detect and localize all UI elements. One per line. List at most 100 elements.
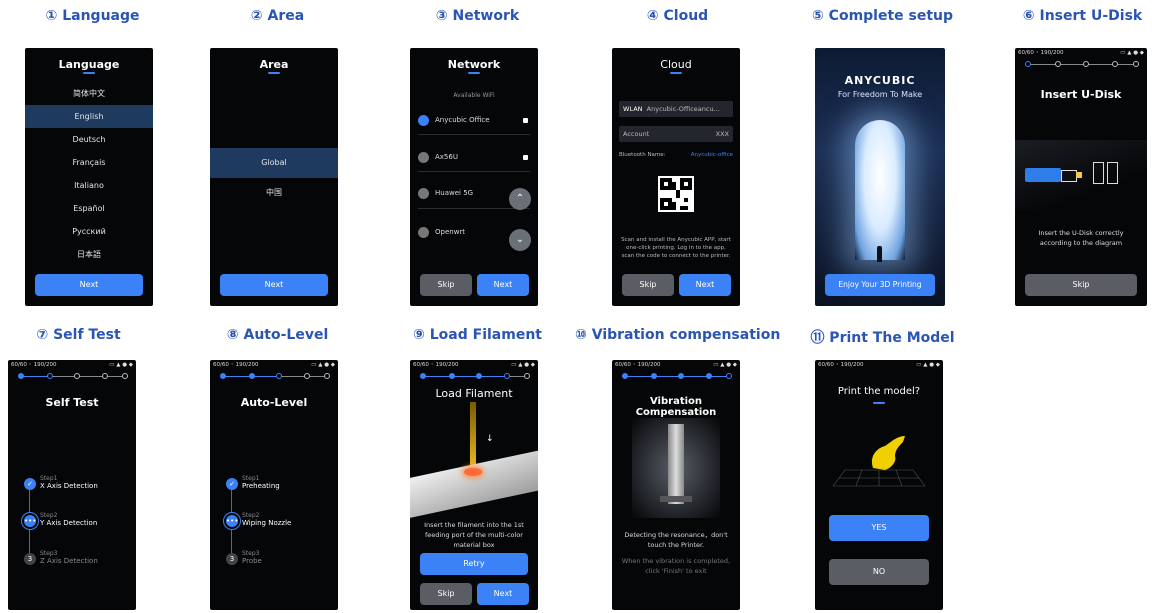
screen-title: ① Language [45,8,140,24]
scroll-down-button[interactable]: ⌄ [509,229,531,251]
progress-fill [420,376,504,377]
bluetooth-row: Bluetooth Name: Anycubic-office [619,152,733,158]
account-label: Account [623,130,650,138]
wifi-icon [418,114,429,126]
language-option-selected[interactable]: English [25,105,153,128]
down-arrow-icon: ↓ [486,434,494,444]
cloud-description: Scan and install the Anycubic APP, start… [621,237,731,259]
step-number: Step3 [242,550,260,557]
status-temps: 60/60 ◦ 190/200 [818,362,864,368]
status-bar: 60/60 ◦ 190/200 ▭ ▲ ● ◆ [818,362,940,368]
progress-step [122,373,128,379]
language-option[interactable]: Deutsch [25,128,153,151]
page-title: Cloud [660,58,692,71]
step-item: Step1 X Axis Detection [40,475,98,490]
progress-track [1025,64,1139,65]
printer-column [668,424,684,504]
retry-button[interactable]: Retry [420,553,528,575]
language-option[interactable]: Français [25,151,153,174]
divider [418,171,530,172]
next-button[interactable]: Next [679,274,731,296]
screen-title: ⑨ Load Filament [413,327,542,343]
status-bar: 60/60 ◦ 190/200 ▭ ▲ ● ◆ [615,362,737,368]
progress-step [622,373,628,379]
progress-step [18,373,24,379]
step-item: Step3 Probe [242,550,262,565]
account-field[interactable]: Account XXX [619,126,733,142]
progress-step [726,373,732,379]
model-preview [825,420,933,500]
filament-illustration: ↓ [410,402,538,520]
skip-button[interactable]: Skip [1025,274,1137,296]
next-button[interactable]: Next [220,274,328,296]
filament-description: Insert the filament into the 1st feeding… [424,521,524,549]
status-icons: ▭ ▲ ● ◆ [511,362,535,368]
yes-button[interactable]: YES [829,515,929,541]
page-title: Auto-Level [240,396,308,409]
progress-step [220,373,226,379]
area-option-selected[interactable]: Global [210,148,338,178]
next-button[interactable]: Next [35,274,143,296]
status-bar: 60/60 ◦ 190/200 ▭ ▲ ● ◆ [413,362,535,368]
no-button[interactable]: NO [829,559,929,585]
wlan-field[interactable]: WLAN Anycubic-Officeancu... [619,101,733,117]
progress-step [101,373,108,379]
tagline: For Freedom To Make [837,90,923,99]
vibration-hint: When the vibration is completed, click '… [621,557,731,575]
skip-button[interactable]: Skip [420,274,472,296]
step-number-icon: 3 [24,553,36,565]
lock-icon [523,154,528,160]
progress-step [1133,61,1139,67]
language-option[interactable]: Español [25,197,153,220]
port-icon [1093,162,1104,184]
step-label: Y Axis Detection [40,519,98,527]
progress-step [46,373,53,379]
next-button[interactable]: Next [477,583,529,605]
page-title: Insert U-Disk [1040,88,1122,101]
in-progress-icon: ••• [24,515,37,527]
status-temps: 60/60 ◦ 190/200 [413,362,459,368]
wlan-value: Anycubic-Officeancu... [646,105,720,113]
qr-code [658,176,694,212]
progress-step [448,373,455,379]
usb-plug-icon [1061,170,1077,182]
enjoy-printing-button[interactable]: Enjoy Your 3D Printing [825,274,935,296]
step-number: Step2 [242,512,260,519]
progress-step [1054,61,1061,67]
printer-head [660,496,692,502]
bluetooth-value: Anycubic-office [690,152,733,158]
skip-button[interactable]: Skip [420,583,472,605]
language-option[interactable]: Italiano [25,174,153,197]
progress-step [1111,61,1118,67]
wifi-icon [418,226,429,238]
page-title: Print the model? [837,386,921,397]
screen-title: ② Area [250,8,305,24]
feed-port-glow [464,468,482,476]
screen-title: ⑥ Insert U-Disk [1022,8,1143,24]
wifi-item[interactable]: Anycubic Office [418,112,530,128]
phone-frame: Language 简体中文 English Deutsch Français I… [25,48,153,306]
language-option[interactable]: 日本語 [25,243,153,266]
scroll-up-button[interactable]: ⌃ [509,188,531,210]
page-title: Self Test [45,396,99,409]
next-button[interactable]: Next [477,274,529,296]
status-bar: 60/60 ◦ 190/200 ▭ ▲ ● ◆ [1018,50,1144,56]
title-underline [83,72,95,74]
phone-frame: 60/60 ◦ 190/200 ▭ ▲ ● ◆ Print the model?… [815,360,943,610]
area-option[interactable]: 中国 [210,181,338,204]
portal-glow [855,120,905,260]
language-option[interactable]: 简体中文 [25,82,153,105]
status-icons: ▭ ▲ ● ◆ [713,362,737,368]
skip-button[interactable]: Skip [622,274,674,296]
step-item: Step3 Z Axis Detection [40,550,98,565]
progress-step [650,373,657,379]
progress-step [678,373,685,379]
status-bar: 60/60 ◦ 190/200 ▭ ▲ ● ◆ [11,362,133,368]
language-option[interactable]: Русский [25,220,153,243]
printer-illustration [632,418,720,518]
page-title: Language [58,58,120,71]
wifi-item[interactable]: Ax56U [418,149,530,165]
phone-frame: 60/60 ◦ 190/200 ▭ ▲ ● ◆ Vibration Compen… [612,360,740,610]
screen-title: ⑦ Self Test [36,327,121,343]
wifi-name: Huawei 5G [435,189,474,197]
